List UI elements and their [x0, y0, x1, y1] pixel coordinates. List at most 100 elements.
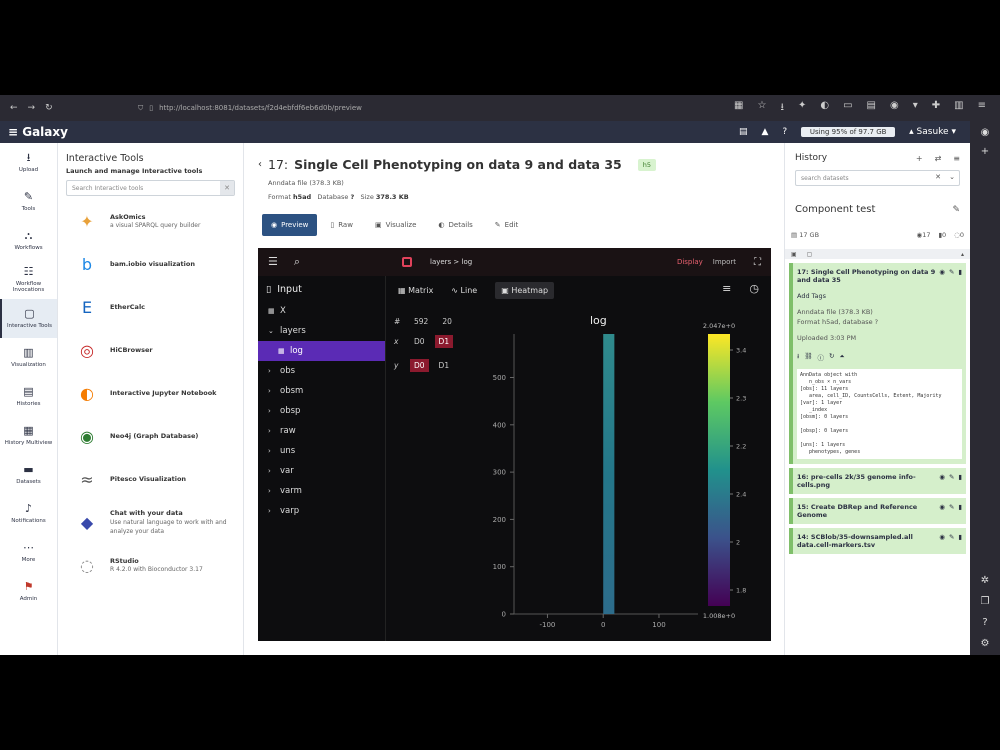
history-item[interactable]: 14: SCBlob/35-downsampled.all data.cell-…: [789, 528, 966, 554]
tool-item[interactable]: ◌ RStudio R 4.2.0 with Bioconductor 3.17: [66, 544, 235, 587]
camera-icon[interactable]: ◉: [890, 100, 899, 117]
dataset-list-icon[interactable]: ▤: [739, 127, 748, 137]
link-icon[interactable]: ⛓: [804, 352, 812, 363]
forward-icon[interactable]: →: [28, 103, 36, 113]
history-search-input[interactable]: search datasets ✕ ⌄: [795, 170, 960, 186]
sidebar-add-icon[interactable]: +: [981, 146, 989, 157]
activity-history-multiview[interactable]: ▦ History Multiview: [0, 416, 57, 455]
eye-icon[interactable]: ◉: [939, 503, 945, 519]
extension-icon[interactable]: ✦: [798, 100, 806, 117]
download-icon[interactable]: ⭳: [797, 352, 799, 363]
tree-root[interactable]: ▯ Input: [258, 276, 385, 295]
tree-item-obsm[interactable]: › obsm: [258, 381, 385, 401]
bookmark-star-icon[interactable]: ☆: [758, 100, 767, 117]
history-item[interactable]: 17: Single Cell Phenotyping on data 9 an…: [789, 263, 966, 464]
menu-icon[interactable]: ≡: [978, 100, 986, 117]
new-history-icon[interactable]: +: [916, 154, 923, 163]
tree-item-uns[interactable]: › uns: [258, 441, 385, 461]
tab-preview[interactable]: ◉ Preview: [262, 214, 318, 236]
deleted-count[interactable]: ▮0: [938, 231, 946, 239]
sidebar-copy-icon[interactable]: ❐: [981, 596, 990, 607]
sidebar-icon[interactable]: ▥: [954, 100, 963, 117]
tree-item-varm[interactable]: › varm: [258, 481, 385, 501]
addon-icon[interactable]: ▤: [867, 100, 876, 117]
shown-count[interactable]: ◉17: [917, 231, 931, 239]
tool-item[interactable]: ◎ HiCBrowser: [66, 329, 235, 372]
tool-item[interactable]: E EtherCalc: [66, 286, 235, 329]
help-icon[interactable]: ?: [782, 127, 787, 137]
activity-workflow-invocations[interactable]: ☷ Workflow Invocations: [0, 260, 57, 299]
tab-edit[interactable]: ✎ Edit: [486, 214, 527, 236]
filter-icon[interactable]: ▢: [807, 251, 813, 258]
history-options-icon[interactable]: ≡: [953, 154, 960, 163]
puzzle-icon[interactable]: ✚: [932, 100, 940, 117]
activity-admin[interactable]: ⚑ Admin: [0, 572, 57, 611]
quota-meter[interactable]: Using 95% of 97.7 GB: [801, 127, 896, 137]
eye-icon[interactable]: ◉: [939, 268, 945, 284]
edit-icon[interactable]: ✎: [949, 268, 954, 284]
sidebar-avatar-icon[interactable]: ◉: [981, 127, 990, 138]
sidebar-toggle-icon[interactable]: [402, 257, 412, 267]
switch-history-icon[interactable]: ⇄: [935, 154, 942, 163]
tab-visualize[interactable]: ▣ Visualize: [366, 214, 425, 236]
tool-search-input[interactable]: Search Interactive tools ✕: [66, 180, 235, 196]
edit-history-icon[interactable]: ✎: [952, 205, 960, 215]
vis-tab-heatmap[interactable]: ▣ Heatmap: [495, 281, 555, 299]
sidebar-help-icon[interactable]: ?: [982, 617, 987, 628]
tree-item-obs[interactable]: › obs: [258, 361, 385, 381]
account-icon[interactable]: ◐: [820, 100, 829, 117]
edit-icon[interactable]: ✎: [949, 473, 954, 489]
history-search-advanced-icon[interactable]: ⌄: [949, 173, 955, 181]
tree-item-varp[interactable]: › varp: [258, 501, 385, 521]
fullscreen-icon[interactable]: ⛶: [754, 257, 761, 268]
user-menu[interactable]: ▴ Sasuke ▾: [909, 127, 956, 137]
address-bar[interactable]: ⛉ ▯ http://localhost:8081/datasets/f2d4e…: [132, 100, 432, 116]
tool-item[interactable]: ◉ Neo4j (Graph Database): [66, 415, 235, 458]
delete-icon[interactable]: ▮: [958, 473, 962, 489]
hidden-count[interactable]: ◌0: [954, 231, 964, 239]
history-item[interactable]: 16: pre-cells 2k/35 genome info-cells.pn…: [789, 468, 966, 494]
tree-item-raw[interactable]: › raw: [258, 421, 385, 441]
reload-icon[interactable]: ↻: [45, 103, 53, 113]
history-size[interactable]: ▤ 17 GB: [791, 231, 819, 239]
tool-item[interactable]: ≈ Pitesco Visualization: [66, 458, 235, 501]
options-icon[interactable]: ≡: [722, 282, 731, 295]
history-search-clear-icon[interactable]: ✕: [935, 173, 941, 181]
history-sort-icon[interactable]: ▴: [961, 251, 970, 258]
history-name[interactable]: Component test: [795, 204, 875, 215]
select-all-icon[interactable]: ▣: [791, 251, 797, 258]
training-icon[interactable]: ▲: [761, 127, 768, 137]
delete-icon[interactable]: ▮: [958, 503, 962, 519]
tool-item[interactable]: ✦ AskOmics a visual SPARQL query builder: [66, 200, 235, 243]
tool-item[interactable]: ◆ Chat with your data Use natural language…: [66, 501, 235, 544]
visualize-icon[interactable]: ⏶: [840, 352, 845, 363]
tree-item-var[interactable]: › var: [258, 461, 385, 481]
collapse-caret-icon[interactable]: ‹: [258, 159, 262, 170]
tree-item-log[interactable]: ▦ log: [258, 341, 385, 361]
sidebar-extensions-icon[interactable]: ✲: [981, 575, 989, 586]
tab-details[interactable]: ◐ Details: [429, 214, 481, 236]
history-item[interactable]: 15: Create DBRep and Reference Genome ◉ ✎ ▮: [789, 498, 966, 524]
heatmap-plot[interactable]: 0 100 200 300 400 500 -100 0 100 2.047e+0 1.008e+0…: [454, 314, 764, 636]
rerun-icon[interactable]: ↻: [829, 352, 834, 363]
activity-interactive-tools[interactable]: ▢ Interactive Tools: [0, 299, 57, 338]
tree-item-layers[interactable]: ⌄ layers: [258, 321, 385, 341]
activity-visualization[interactable]: ▥ Visualization: [0, 338, 57, 377]
vis-tab-matrix[interactable]: ▦ Matrix: [398, 286, 433, 295]
activity-upload[interactable]: ⭳ Upload: [0, 143, 57, 182]
import-button[interactable]: Import: [713, 258, 736, 266]
tab-raw[interactable]: ▯ Raw: [321, 214, 362, 236]
toggle-sidebar-icon[interactable]: ☰: [268, 255, 278, 269]
edit-icon[interactable]: ✎: [949, 533, 954, 549]
y-d0-button[interactable]: D0: [410, 359, 429, 372]
heatmap-cells[interactable]: [603, 334, 615, 614]
activity-datasets[interactable]: ▬ Datasets: [0, 455, 57, 494]
galaxy-brand[interactable]: ≡ Galaxy: [0, 125, 68, 139]
dataset-tag[interactable]: h5: [637, 158, 656, 171]
tool-item[interactable]: b bam.iobio visualization: [66, 243, 235, 286]
y-d1-button[interactable]: D1: [435, 359, 454, 372]
back-icon[interactable]: ←: [10, 103, 18, 113]
x-d0-button[interactable]: D0: [410, 335, 429, 348]
tree-item-obsp[interactable]: › obsp: [258, 401, 385, 421]
search-icon[interactable]: ⌕: [294, 255, 300, 269]
